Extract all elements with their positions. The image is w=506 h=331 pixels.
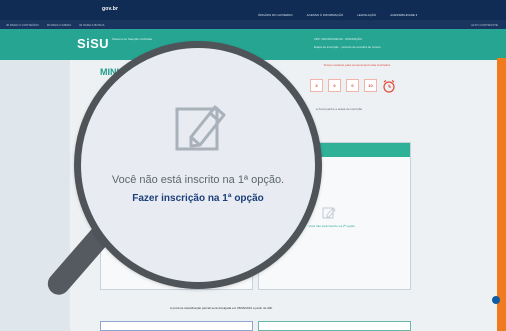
countdown-days: 3: [310, 79, 323, 92]
high-contrast-link[interactable]: ALTO CONTRASTE: [471, 23, 498, 27]
sisu-logo[interactable]: SiSU: [77, 36, 109, 51]
header-info-line: Etapa de inscrição · período de escolha …: [314, 45, 381, 49]
header-info-line: CPF: 000.000.000-00 · INSCRIÇÃO: [314, 37, 363, 41]
edit-icon: [175, 105, 226, 151]
skip-to-content-link[interactable]: IR PARA O CONTEÚDO: [6, 23, 39, 27]
countdown-label: Tempo restante para encerramento das ins…: [323, 63, 391, 67]
gov-menu-item-legislacao[interactable]: LEGISLAÇÃO: [357, 13, 376, 17]
countdown-seconds: 10: [364, 79, 377, 92]
countdown-minutes: 0: [346, 79, 359, 92]
gov-menu-item-orgaos[interactable]: ÓRGÃOS DO GOVERNO: [258, 13, 293, 17]
skip-to-menu-link[interactable]: IR PARA O MENU: [47, 23, 71, 27]
step-info: ● Acompanhe a etapa de inscrição: [316, 107, 363, 111]
alarm-clock-icon: [383, 80, 395, 93]
gov-bar: [0, 0, 506, 20]
enroll-first-option-link[interactable]: Fazer inscrição na 1ª opção: [90, 193, 306, 204]
gov-menu-item-acessibilidade[interactable]: ACESSIBILIDADE ▾: [390, 13, 417, 17]
magnifier-lens: [74, 41, 322, 289]
first-option-status: Você não está inscrito na 1ª opção.: [111, 174, 285, 186]
countdown-hours: 0: [328, 79, 341, 92]
header-user-info: CPF: 000.000.000-00 · INSCRIÇÃO Etapa de…: [314, 35, 454, 51]
orange-side-accent: [497, 58, 506, 331]
edit-icon: [322, 207, 336, 219]
gov-menu: ÓRGÃOS DO GOVERNO ACESSO À INFORMAÇÃO LE…: [258, 13, 417, 17]
second-option-select[interactable]: [258, 321, 411, 331]
chat-icon[interactable]: [492, 296, 500, 304]
accessibility-links: IR PARA O CONTEÚDO IR PARA O MENU IR PAR…: [6, 23, 105, 27]
countdown-timer: 3 0 0 10: [310, 79, 396, 93]
partial-results-note: A próxima classificação parcial será div…: [170, 306, 274, 310]
first-option-select[interactable]: [100, 321, 253, 331]
skip-to-search-link[interactable]: IR PARA A BUSCA: [79, 23, 104, 27]
sisu-subtitle: Sistema de Seleção Unificada: [112, 37, 153, 41]
gov-brand-logo[interactable]: gov.br: [102, 6, 118, 12]
gov-menu-item-acesso-informacao[interactable]: ACESSO À INFORMAÇÃO: [307, 13, 344, 17]
